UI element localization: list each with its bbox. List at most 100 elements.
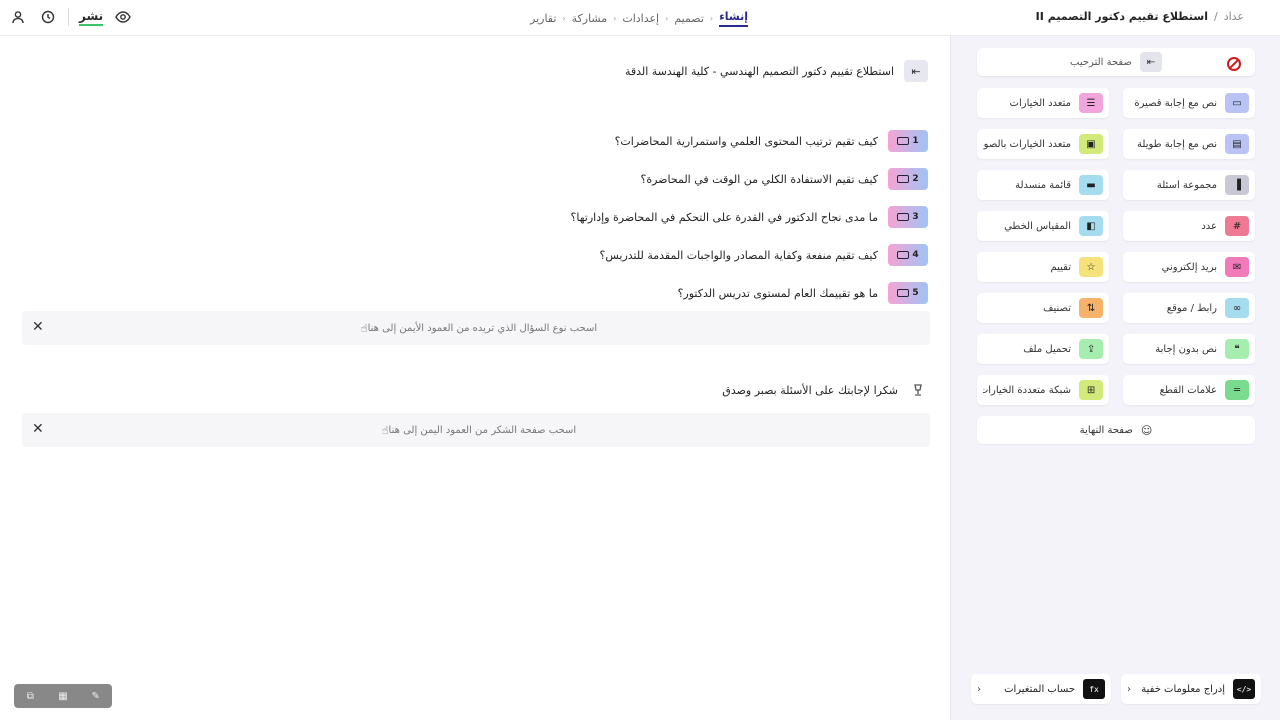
- tab-settings[interactable]: إعدادات: [622, 12, 659, 25]
- chevron-left-icon: ‹: [977, 683, 981, 695]
- function-icon: fx: [1083, 679, 1105, 699]
- question-type-badge: 5: [888, 282, 928, 304]
- question-type-badge: 4: [888, 244, 928, 266]
- field-type-label: نص مع إجابة طويلة: [1137, 138, 1217, 150]
- question-number: 3: [912, 212, 919, 222]
- file-upload-icon: ⇪: [1079, 339, 1103, 359]
- question-item[interactable]: 2 كيف تقيم الاستفادة الكلي من الوقت في ا…: [328, 160, 928, 198]
- question-dropzone[interactable]: ✕ ☝ اسحب نوع السؤال الذي تريده من العمود…: [22, 311, 930, 345]
- end-page-button[interactable]: ☺ صفحة النهاية: [977, 416, 1255, 444]
- field-type-label: رابط / موقع: [1166, 302, 1217, 314]
- question-type-badge: 1: [888, 130, 928, 152]
- field-type-link[interactable]: ∞ رابط / موقع: [1123, 293, 1255, 323]
- question-number: 5: [912, 288, 919, 298]
- question-text: ما هو تقييمك العام لمستوى تدريس الدكتور؟: [677, 286, 878, 300]
- field-type-label: عدد: [1201, 220, 1217, 232]
- top-left-tools: نشر: [8, 7, 133, 27]
- floating-toolbar: ⧉ ▦ ✎: [14, 684, 112, 708]
- field-type-statement[interactable]: ❝ نص بدون إجابة: [1123, 334, 1255, 364]
- field-type-divider[interactable]: ═ علامات القطع: [1123, 375, 1255, 405]
- long-text-icon: ▤: [1225, 134, 1249, 154]
- field-type-short-text[interactable]: ▭ نص مع إجابة قصيرة: [1123, 88, 1255, 118]
- field-type-dropdown[interactable]: ▬ قائمة منسدلة: [977, 170, 1109, 200]
- field-type-label: نص مع إجابة قصيرة: [1134, 97, 1217, 109]
- linear-scale-icon: ◧: [1079, 216, 1103, 236]
- edit-icon[interactable]: ✎: [89, 689, 103, 703]
- tab-create[interactable]: إنشاء: [719, 10, 748, 27]
- question-item[interactable]: 3 ما مدى نجاح الدكتور في القدرة على التح…: [328, 198, 928, 236]
- field-type-label: نص بدون إجابة: [1155, 343, 1217, 355]
- field-type-ranking[interactable]: ⇅ تصنيف: [977, 293, 1109, 323]
- chevron-left-icon: ‹: [613, 14, 617, 23]
- welcome-page-button[interactable]: ⇤ صفحة الترحيب: [977, 48, 1255, 76]
- close-icon[interactable]: ✕: [32, 319, 44, 335]
- field-type-label: المقياس الخطي: [1004, 220, 1071, 232]
- copy-icon[interactable]: ⧉: [23, 689, 37, 703]
- field-type-multiple-choice[interactable]: ☰ متعدد الخيارات: [977, 88, 1109, 118]
- field-type-label: متعدد الخيارات: [1009, 97, 1071, 109]
- form-heading-row[interactable]: ⇤ استطلاع تقييم دكتور التصميم الهندسي - …: [625, 60, 928, 82]
- field-type-linear-scale[interactable]: ◧ المقياس الخطي: [977, 211, 1109, 241]
- field-type-matrix[interactable]: ⊞ شبكة متعددة الخيارات: [977, 375, 1109, 405]
- field-type-email[interactable]: ✉ بريد إلكتروني: [1123, 252, 1255, 282]
- field-type-label: شبكة متعددة الخيارات: [983, 384, 1071, 396]
- hand-pointer-icon: ☝: [381, 423, 389, 437]
- publish-button[interactable]: نشر: [79, 9, 104, 26]
- question-item[interactable]: 1 كيف تقيم ترتيب المحتوى العلمي واستمرار…: [328, 122, 928, 160]
- ranking-icon: ⇅: [1079, 298, 1103, 318]
- field-type-long-text[interactable]: ▤ نص مع إجابة طويلة: [1123, 129, 1255, 159]
- user-icon[interactable]: [8, 7, 28, 27]
- dropzone-hint: اسحب صفحة الشكر من العمود اليمن إلى هنا: [388, 424, 577, 436]
- thanks-dropzone[interactable]: ✕ ☝ اسحب صفحة الشكر من العمود اليمن إلى …: [22, 413, 930, 447]
- welcome-page-label: صفحة الترحيب: [1070, 56, 1132, 68]
- code-icon: </>: [1233, 679, 1255, 699]
- email-icon: ✉: [1225, 257, 1249, 277]
- field-type-question-group[interactable]: ▐ مجموعة أسئلة: [1123, 170, 1255, 200]
- preview-eye-icon[interactable]: [113, 7, 133, 27]
- tab-design[interactable]: تصميم: [674, 12, 704, 25]
- chevron-left-icon: ‹: [665, 14, 669, 23]
- tab-reports[interactable]: تقارير: [530, 12, 556, 25]
- question-item[interactable]: 5 ما هو تقييمك العام لمستوى تدريس الدكتو…: [328, 274, 928, 312]
- chevron-left-icon: ‹: [709, 14, 714, 23]
- field-type-image-choice[interactable]: ▣ متعدد الخيارات بالصور: [977, 129, 1109, 159]
- question-number: 2: [912, 174, 919, 184]
- end-page-row[interactable]: شكرا لإجابتك على الأسئلة بصبر وصدق: [722, 380, 928, 400]
- linear-scale-icon: [897, 175, 910, 183]
- question-list: 1 كيف تقيم ترتيب المحتوى العلمي واستمرار…: [328, 122, 928, 312]
- breadcrumb-home[interactable]: عداد: [1224, 10, 1244, 23]
- welcome-page-icon: ⇤: [1139, 52, 1162, 72]
- linear-scale-icon: [897, 137, 910, 145]
- hidden-fields-label: إدراج معلومات خفية: [1141, 683, 1225, 695]
- variables-button[interactable]: fx حساب المتغيرات ‹: [971, 674, 1111, 704]
- field-type-label: تقييم: [1050, 261, 1071, 273]
- history-icon[interactable]: [38, 7, 58, 27]
- question-item[interactable]: 4 كيف تقيم منفعة وكفاية المصادر والواجبا…: [328, 236, 928, 274]
- field-type-file-upload[interactable]: ⇪ تحميل ملف: [977, 334, 1109, 364]
- multiple-choice-icon: ☰: [1079, 93, 1103, 113]
- hidden-fields-button[interactable]: </> إدراج معلومات خفية ‹: [1121, 674, 1261, 704]
- dropdown-icon: ▬: [1079, 175, 1103, 195]
- form-title[interactable]: استطلاع تقييم دكتور التصميم II: [1036, 10, 1208, 23]
- star-icon: ☆: [1079, 257, 1103, 277]
- question-text: ما مدى نجاح الدكتور في القدرة على التحكم…: [570, 210, 878, 224]
- breadcrumb-separator: /: [1213, 10, 1218, 23]
- field-type-star[interactable]: ☆ تقييم: [977, 252, 1109, 282]
- linear-scale-icon: [897, 251, 910, 259]
- end-page-label: صفحة النهاية: [1079, 424, 1133, 436]
- tab-share[interactable]: مشاركة: [572, 12, 608, 25]
- question-text: كيف تقيم الاستفادة الكلي من الوقت في الم…: [640, 172, 879, 186]
- question-type-badge: 3: [888, 206, 928, 228]
- not-allowed-icon: [1227, 57, 1241, 71]
- field-type-label: مجموعة أسئلة: [1156, 179, 1217, 191]
- sidebar-bottom-actions: </> إدراج معلومات خفية ‹ fx حساب المتغير…: [969, 674, 1261, 704]
- field-type-label: متعدد الخيارات بالصور: [983, 138, 1071, 150]
- image-choice-icon: ▣: [1079, 134, 1103, 154]
- field-type-label: تحميل ملف: [1023, 343, 1071, 355]
- grid-icon[interactable]: ▦: [56, 689, 70, 703]
- hand-pointer-icon: ☝: [360, 321, 368, 335]
- linear-scale-icon: [897, 289, 910, 297]
- close-icon[interactable]: ✕: [32, 421, 44, 437]
- field-palette-sidebar: ⇤ صفحة الترحيب ▭ نص مع إجابة قصيرة ☰ متعدد …: [950, 36, 1280, 720]
- field-type-number[interactable]: # عدد: [1123, 211, 1255, 241]
